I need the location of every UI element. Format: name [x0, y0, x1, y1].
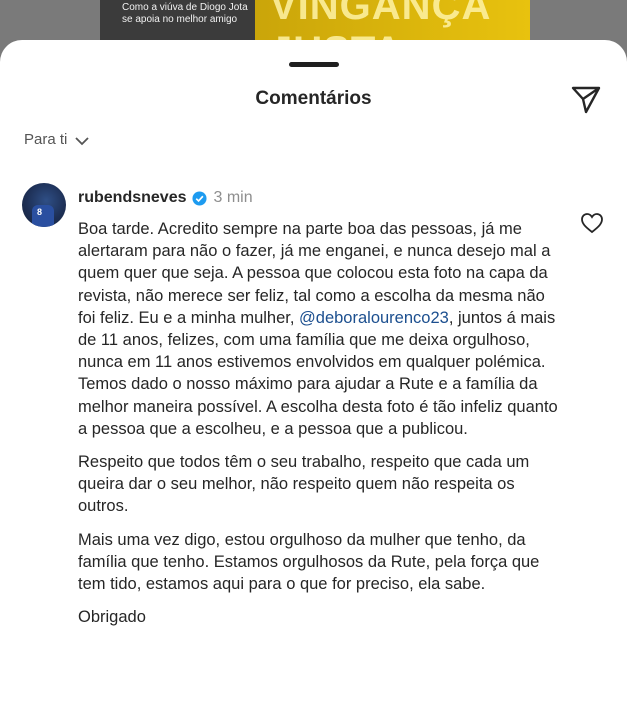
send-icon[interactable]: [569, 82, 603, 116]
comment-paragraph-3: Mais uma vez digo, estou orgulhoso da mu…: [78, 530, 540, 594]
comment-filter-dropdown[interactable]: Para ti: [24, 131, 89, 148]
heart-icon[interactable]: [580, 212, 604, 234]
mention-link[interactable]: @deboralourenco23: [299, 309, 449, 327]
comment-body: Boa tarde. Acredito sempre na parte boa …: [78, 218, 558, 639]
filter-label: Para ti: [24, 131, 68, 148]
avatar[interactable]: 8: [22, 183, 66, 227]
comment-username[interactable]: rubendsneves: [78, 189, 186, 207]
comment-paragraph-4: Obrigado: [78, 608, 146, 627]
sheet-drag-handle[interactable]: [289, 62, 339, 67]
comment-timestamp: 3 min: [213, 189, 253, 206]
sheet-title: Comentários: [255, 88, 372, 109]
comment-paragraph-2: Respeito que todos têm o seu trabalho, r…: [78, 453, 530, 516]
comment-text-1b: , juntos á mais de 11 anos, felizes, com…: [78, 308, 558, 438]
verified-badge-icon: [192, 190, 208, 206]
chevron-down-icon: [75, 136, 89, 145]
avatar-number: 8: [37, 207, 43, 217]
cover-caption: Como a viúva de Diogo Jota se apoia no m…: [122, 2, 248, 25]
comment-header: rubendsneves 3 min: [78, 189, 253, 207]
avatar-jersey: [32, 205, 54, 227]
comment-paragraph-1: Boa tarde. Acredito sempre na parte boa …: [78, 218, 558, 440]
comments-sheet: Comentários Para ti 8 rubendsneves 3 min…: [0, 40, 627, 720]
